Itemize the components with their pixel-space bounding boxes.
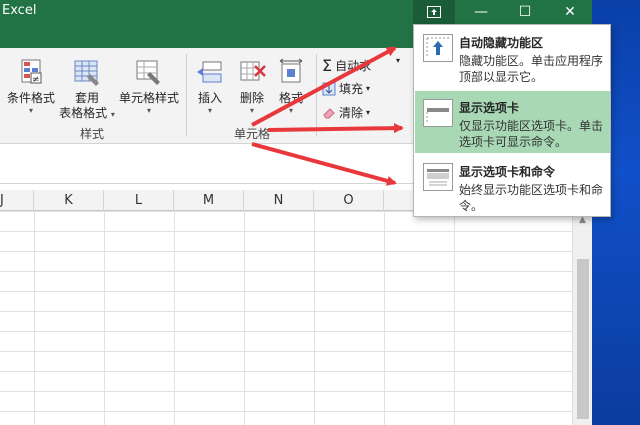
chevron-down-icon: ▾ [207,106,212,115]
fill-down-icon [322,82,336,95]
cell-styles-button[interactable]: 单元格样式 ▾ [118,58,180,116]
grid-line [314,211,315,425]
column-header-l[interactable]: L [104,190,174,211]
insert-label: 插入 [197,91,222,105]
insert-button[interactable]: 插入 ▾ [190,58,230,116]
autosum-button[interactable]: Σ 自动求 [322,56,371,75]
minimize-button[interactable]: — [459,0,503,24]
grid-line [34,211,35,425]
format-button[interactable]: 格式 ▾ [272,58,310,116]
chevron-down-icon[interactable]: ▾ [396,56,400,65]
delete-button[interactable]: 删除 ▾ [232,58,272,116]
auto-hide-ribbon-icon [423,34,453,62]
fill-label: 填充 [339,82,364,96]
insert-cells-icon [195,58,225,88]
clear-button[interactable]: 清除 ▾ [322,104,370,121]
grid-line [174,211,175,425]
chevron-down-icon: ▾ [146,106,151,115]
format-as-table-label-2: 表格格式 [59,106,108,120]
menu-item-description: 始终显示功能区选项卡和命令。 [459,183,604,213]
chevron-down-icon: ▾ [249,106,254,115]
chevron-down-icon: ▾ [110,110,115,119]
chevron-down-icon: ▾ [366,84,371,93]
menu-item-description: 隐藏功能区。单击应用程序顶部以显示它。 [459,54,604,84]
group-separator [186,54,187,136]
conditional-format-label: 条件格式 [6,91,55,105]
close-button[interactable]: ✕ [548,0,592,24]
menu-item-show-tabs[interactable]: 显示选项卡 仅显示功能区选项卡。单击选项卡可显示命令。 [415,91,610,153]
column-header-n[interactable]: N [244,190,314,211]
grid-line [454,211,455,425]
clear-label: 清除 [339,106,364,120]
ribbon-display-icon [427,6,441,18]
menu-item-description: 仅显示功能区选项卡。单击选项卡可显示命令。 [459,119,604,149]
format-as-table-button[interactable]: 套用 表格格式 ▾ [58,58,116,121]
ribbon-display-options-button[interactable] [413,0,455,24]
close-icon: ✕ [564,4,576,20]
delete-label: 删除 [239,91,264,105]
cell-styles-icon [134,58,164,88]
chevron-down-icon: ▾ [288,106,293,115]
delete-cells-icon [237,58,267,88]
menu-item-title: 显示选项卡和命令 [459,165,556,179]
autosum-label: 自动求 [335,59,372,73]
column-header-k[interactable]: K [34,190,104,211]
svg-text:≠: ≠ [32,75,40,85]
conditional-format-button[interactable]: ≠ 条件格式 ▾ [4,58,58,116]
show-tabs-icon [423,99,453,127]
column-header-j[interactable]: J [0,190,34,211]
eraser-icon [323,107,335,118]
scrollbar-thumb[interactable] [577,259,589,419]
ribbon-display-options-menu: 自动隐藏功能区 隐藏功能区。单击应用程序顶部以显示它。 显示选项卡 仅显示功能区… [413,24,611,217]
minimize-icon: — [474,4,488,20]
vertical-scrollbar[interactable]: ▲ [572,211,592,425]
format-as-table-label-1: 套用 [74,91,99,105]
menu-item-show-tabs-and-commands[interactable]: 显示选项卡和命令 始终显示功能区选项卡和命令。 [415,155,610,215]
styles-group-label: 样式 [80,127,105,141]
show-tabs-and-commands-icon [423,163,453,191]
grid-line [244,211,245,425]
cell-styles-label: 单元格样式 [118,91,179,105]
maximize-button[interactable]: ☐ [503,0,547,24]
column-header-m[interactable]: M [174,190,244,211]
maximize-icon: ☐ [518,4,532,20]
format-cells-icon [276,58,306,88]
menu-item-title: 显示选项卡 [459,101,520,115]
column-header-o[interactable]: O [314,190,384,211]
chevron-down-icon: ▾ [366,108,371,117]
format-as-table-icon [72,58,102,88]
fill-button[interactable]: 填充 ▾ [322,80,370,97]
format-label: 格式 [278,91,303,105]
cell-grid[interactable] [0,211,572,425]
menu-item-title: 自动隐藏功能区 [459,36,544,50]
grid-line [384,211,385,425]
grid-line [104,211,105,425]
menu-item-auto-hide-ribbon[interactable]: 自动隐藏功能区 隐藏功能区。单击应用程序顶部以显示它。 [415,26,610,88]
group-separator [316,54,317,136]
app-title: Excel [2,3,37,18]
cells-group-label: 单元格 [234,127,271,141]
chevron-down-icon: ▾ [28,106,33,115]
sigma-icon: Σ [322,56,333,75]
conditional-format-icon: ≠ [16,58,46,88]
